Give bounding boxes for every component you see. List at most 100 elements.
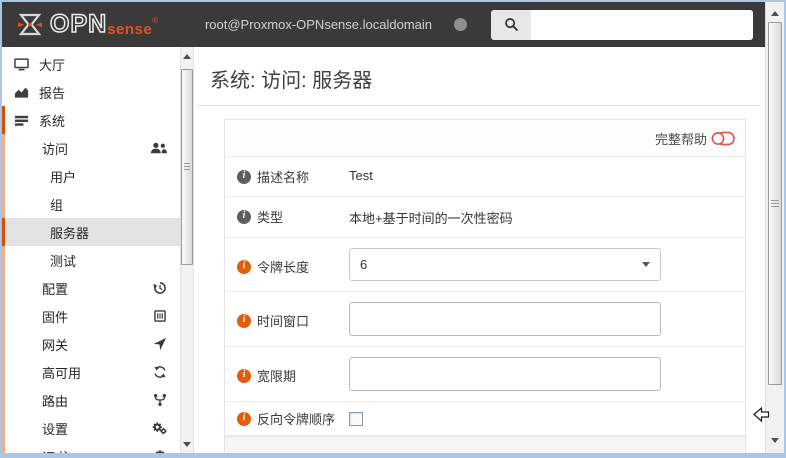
sidebar-item-label: 访问	[42, 141, 69, 157]
sidebar-item-gateways[interactable]: 网关	[2, 330, 180, 358]
scrollbar-thumb[interactable]	[768, 22, 782, 385]
field-label: 反向令牌顺序	[257, 412, 336, 427]
top-header: OPN sense ® root@Proxmox-OPNsense.locald…	[2, 2, 765, 47]
history-icon	[153, 281, 167, 295]
field-label: 令牌长度	[257, 260, 310, 275]
field-value: 本地+基于时间的一次性密码	[349, 211, 513, 226]
sidebar-item-firmware[interactable]: 固件	[2, 302, 180, 330]
sidebar-item-label: 高可用	[42, 365, 82, 381]
location-arrow-icon	[153, 337, 167, 351]
info-icon[interactable]: i	[237, 313, 251, 328]
sidebar-item-routes[interactable]: 路由	[2, 386, 180, 414]
sidebar-item-label: 用户	[50, 169, 77, 185]
scroll-down-arrow[interactable]	[766, 433, 784, 447]
sidebar-item-access[interactable]: 访问	[2, 134, 180, 162]
routes-icon	[153, 393, 167, 407]
sidebar-item-groups[interactable]: 组	[2, 190, 180, 218]
scroll-up-arrow[interactable]	[766, 6, 784, 20]
gears-icon	[152, 421, 167, 435]
time-window-input[interactable]	[349, 302, 661, 336]
form-row-description: i 描述名称 Test	[225, 157, 745, 197]
form-row-reverse-token: i 反向令牌顺序	[225, 402, 745, 436]
info-icon[interactable]: i	[237, 411, 251, 426]
sidebar-item-label: 大厅	[39, 57, 66, 73]
grace-period-input[interactable]	[349, 357, 661, 391]
sidebar-item-high-availability[interactable]: 高可用	[2, 358, 180, 386]
copyright-footer: OPNsense (c) 2014-2023 Deciso B.V.	[225, 436, 745, 453]
status-dot	[454, 18, 467, 31]
field-label: 宽限期	[257, 369, 297, 384]
sidebar-scrollbar[interactable]	[180, 47, 194, 453]
sidebar-item-label: 组	[50, 197, 64, 213]
mouse-cursor	[753, 406, 770, 423]
reverse-token-order-checkbox[interactable]	[349, 411, 363, 426]
form-row-token-length: i 令牌长度 6	[225, 238, 745, 292]
registered-mark: ®	[152, 16, 159, 25]
form-row-type: i 类型 本地+基于时间的一次性密码	[225, 197, 745, 238]
scroll-up-arrow[interactable]	[181, 49, 193, 63]
users-icon	[150, 141, 167, 155]
opnsense-link[interactable]: OPNsense	[240, 451, 298, 453]
form-row-time-window: i 时间窗口	[225, 292, 745, 347]
lobby-icon	[13, 57, 29, 72]
sidebar-item-users[interactable]: 用户	[2, 162, 180, 190]
sidebar-item-system[interactable]: 系统	[2, 106, 180, 134]
full-help-label: 完整帮助	[654, 131, 707, 147]
info-icon[interactable]: i	[237, 209, 251, 224]
sidebar-item-tester[interactable]: 测试	[2, 246, 180, 274]
selected-value: 6	[360, 257, 368, 272]
search-button[interactable]	[491, 9, 531, 40]
scrollbar-thumb[interactable]	[181, 69, 193, 265]
sidebar-item-label: 测试	[50, 253, 77, 269]
full-help-toggle[interactable]: 完整帮助	[225, 120, 745, 157]
page-title: 系统: 访问: 服务器	[210, 70, 373, 92]
brand-opn: OPN	[49, 10, 108, 38]
chevron-down-icon	[642, 262, 650, 267]
info-icon[interactable]: i	[237, 169, 251, 184]
brand-sense: sense	[107, 20, 153, 38]
copyright-text: (c) 2014-2023	[298, 451, 379, 453]
hostname-label: root@Proxmox-OPNsense.localdomain	[204, 17, 432, 32]
sidebar-nav: 大厅 报告 系统 访问 用户 组 服务器 测试 配置 固件 网关 高可用 路由 …	[2, 47, 180, 453]
sidebar-item-lobby[interactable]: 大厅	[2, 50, 180, 78]
window-scrollbar[interactable]	[765, 2, 784, 453]
main-content: 系统: 访问: 服务器 完整帮助 i 描述名称 Test i 类型 本地+基于时…	[194, 47, 765, 453]
firmware-icon	[153, 309, 167, 323]
sidebar-item-label: 固件	[42, 309, 69, 325]
toggle-off-icon	[711, 131, 735, 145]
certificate-icon	[153, 449, 167, 453]
browser-window: OPN sense ® root@Proxmox-OPNsense.locald…	[2, 2, 784, 453]
sidebar-item-label: 系统	[39, 113, 66, 129]
sidebar-item-configuration[interactable]: 配置	[2, 274, 180, 302]
deciso-link[interactable]: Deciso B.V.	[379, 451, 441, 453]
token-length-select[interactable]: 6	[349, 248, 661, 281]
sidebar-item-label: 路由	[42, 393, 69, 409]
sidebar-item-label: 网关	[42, 337, 69, 353]
sidebar-item-label: 证书	[42, 447, 68, 454]
reporting-icon	[13, 85, 29, 100]
field-value: Test	[349, 168, 373, 183]
search-icon	[504, 18, 518, 32]
sidebar-item-label: 服务器	[50, 225, 90, 241]
field-label: 类型	[257, 210, 284, 225]
sidebar-item-label: 设置	[42, 421, 69, 437]
system-icon	[13, 113, 29, 128]
sidebar-item-label: 报告	[39, 85, 66, 101]
scroll-down-arrow[interactable]	[181, 437, 193, 451]
form-row-grace-period: i 宽限期	[225, 347, 745, 402]
field-label: 时间窗口	[257, 314, 310, 329]
info-icon[interactable]: i	[237, 259, 251, 274]
sidebar-item-trust[interactable]: 证书	[2, 442, 180, 453]
refresh-icon	[153, 365, 167, 379]
search-box	[491, 9, 753, 40]
opnsense-logo[interactable]: OPN sense ®	[16, 11, 158, 39]
sidebar-item-servers[interactable]: 服务器	[2, 218, 180, 246]
search-input[interactable]	[531, 9, 753, 40]
sidebar-item-settings[interactable]: 设置	[2, 414, 180, 442]
sidebar-item-reporting[interactable]: 报告	[2, 78, 180, 106]
title-divider	[198, 105, 760, 106]
hourglass-logo-icon	[18, 13, 42, 35]
field-label: 描述名称	[257, 170, 310, 185]
info-icon[interactable]: i	[237, 368, 251, 383]
form-panel: 完整帮助 i 描述名称 Test i 类型 本地+基于时间的一次性密码 i 令牌…	[224, 119, 746, 453]
